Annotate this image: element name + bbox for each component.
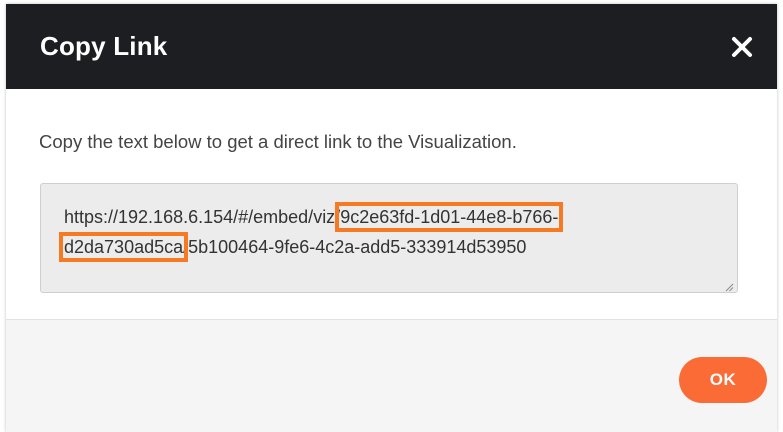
- link-line-2: d2da730ad5ca/5b100464-9fe6-4c2a-add5-333…: [58, 232, 724, 262]
- link-highlight-part-1: 9c2e63fd-1d01-44e8-b766-: [335, 202, 564, 232]
- resize-grip-icon[interactable]: [724, 279, 734, 292]
- link-textarea[interactable]: https://192.168.6.154/#/embed/viz/9c2e63…: [40, 183, 738, 293]
- ok-button[interactable]: OK: [679, 357, 767, 403]
- dialog-body: Copy the text below to get a direct link…: [6, 89, 777, 319]
- link-prefix: https://192.168.6.154/#/embed/viz/: [64, 207, 341, 227]
- link-text: https://192.168.6.154/#/embed/viz/9c2e63…: [58, 202, 724, 262]
- link-line-1: https://192.168.6.154/#/embed/viz/9c2e63…: [64, 202, 724, 232]
- close-icon[interactable]: [727, 32, 757, 62]
- link-suffix: /5b100464-9fe6-4c2a-add5-333914d53950: [183, 237, 527, 257]
- dialog-title: Copy Link: [40, 31, 168, 61]
- instructions-text: Copy the text below to get a direct link…: [39, 131, 517, 152]
- dialog-header: Copy Link: [6, 4, 777, 89]
- copy-link-dialog: Copy Link Copy the text below to get a d…: [6, 4, 777, 432]
- dialog-footer: OK: [6, 319, 777, 432]
- link-highlight-part-2: d2da730ad5ca: [58, 232, 189, 262]
